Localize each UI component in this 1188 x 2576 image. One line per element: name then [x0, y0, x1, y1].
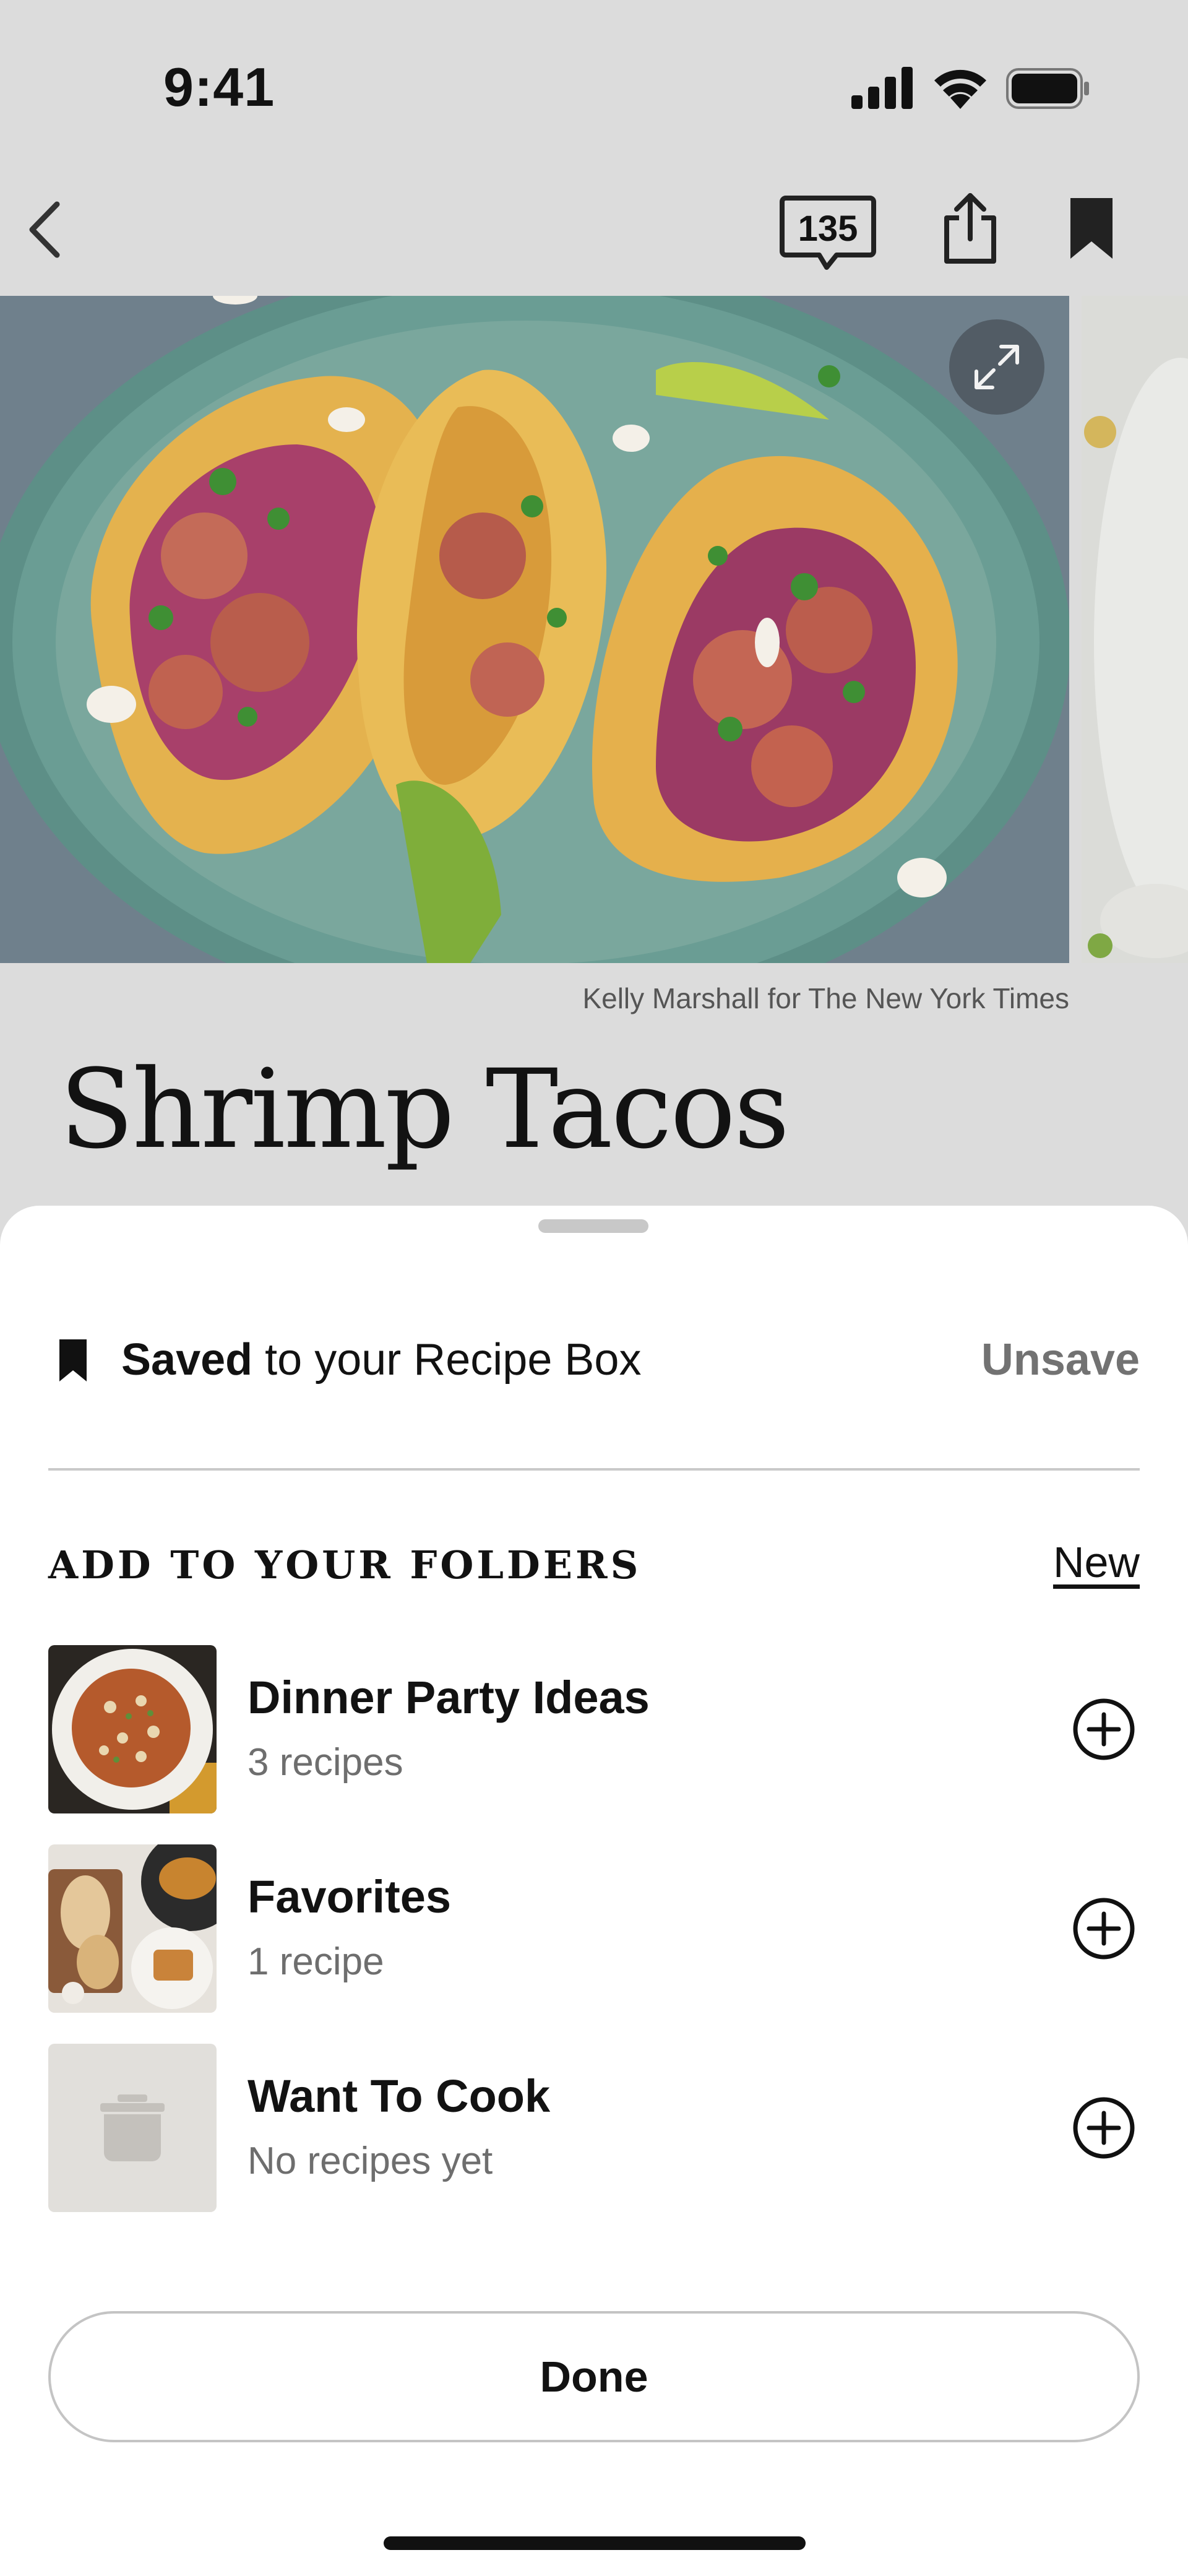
expand-photo-button[interactable] — [949, 319, 1044, 415]
folder-recipe-count: No recipes yet — [248, 2140, 493, 2182]
folder-name: Dinner Party Ideas — [248, 1672, 650, 1723]
wifi-icon — [934, 69, 986, 109]
new-folder-button[interactable]: New — [1053, 1537, 1140, 1587]
sheet-grabber[interactable] — [538, 1219, 648, 1233]
folder-row-dinner-party-ideas[interactable]: Dinner Party Ideas 3 recipes — [48, 1645, 1140, 1813]
expand-icon — [975, 345, 1019, 389]
status-bar: 9:41 — [0, 0, 1188, 167]
done-button[interactable]: Done — [48, 2311, 1140, 2442]
folder-recipe-count: 3 recipes — [248, 1741, 403, 1784]
folder-row-want-to-cook[interactable]: Want To Cook No recipes yet — [48, 2044, 1140, 2212]
saved-label: Saved — [121, 1335, 253, 1385]
comments-button[interactable]: 135 — [778, 194, 877, 274]
divider — [48, 1468, 1140, 1471]
save-to-folders-sheet: Saved to your Recipe Box Unsave ADD TO Y… — [0, 1206, 1188, 2576]
battery-icon — [1006, 68, 1089, 109]
bookmark-icon[interactable] — [1067, 196, 1116, 261]
saved-status-row: Saved to your Recipe Box Unsave — [48, 1321, 1140, 1389]
photo-credit: Kelly Marshall for The New York Times — [582, 982, 1069, 1014]
status-time: 9:41 — [163, 56, 275, 118]
add-circle-icon[interactable] — [1072, 1697, 1136, 1761]
back-icon[interactable] — [22, 196, 66, 264]
next-photo[interactable] — [1082, 296, 1188, 963]
folder-thumbnail — [48, 1844, 217, 2013]
folder-row-favorites[interactable]: Favorites 1 recipe — [48, 1844, 1140, 2013]
comment-count: 135 — [798, 209, 858, 249]
saved-message-rest: to your Recipe Box — [252, 1335, 642, 1385]
cellular-signal-icon — [851, 67, 913, 109]
pot-icon — [100, 2094, 165, 2161]
home-indicator — [384, 2536, 806, 2550]
folder-name: Favorites — [248, 1871, 452, 1922]
share-icon[interactable] — [940, 191, 1000, 265]
recipe-photo[interactable] — [0, 296, 1069, 963]
unsave-button[interactable]: Unsave — [981, 1334, 1140, 1385]
saved-message: Saved to your Recipe Box — [121, 1334, 641, 1385]
folder-recipe-count: 1 recipe — [248, 1940, 384, 1983]
folder-thumbnail-empty — [48, 2044, 217, 2212]
bookmark-filled-icon — [59, 1339, 87, 1381]
folder-name: Want To Cook — [248, 2070, 551, 2122]
add-circle-icon[interactable] — [1072, 1896, 1136, 1961]
folder-thumbnail — [48, 1645, 217, 1813]
add-circle-icon[interactable] — [1072, 2096, 1136, 2160]
recipe-title: Shrimp Tacos — [59, 1046, 790, 1173]
folders-heading: ADD TO YOUR FOLDERS — [48, 1542, 642, 1588]
